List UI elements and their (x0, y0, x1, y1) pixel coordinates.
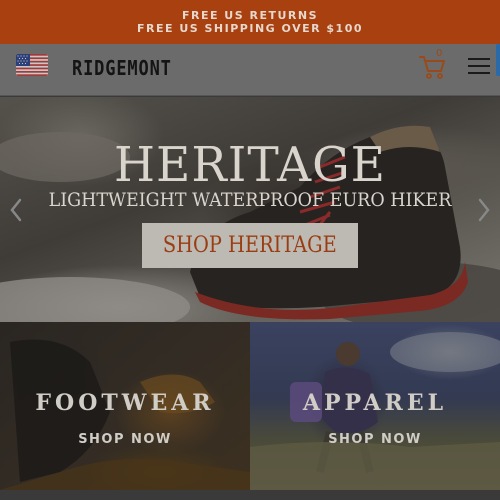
footwear-title: FOOTWEAR (35, 390, 215, 416)
apparel-title: APPAREL (302, 390, 448, 416)
apparel-category-tile[interactable]: APPAREL SHOP NOW (250, 322, 500, 490)
us-flag-icon[interactable] (16, 54, 48, 76)
apparel-shop-now-link[interactable]: SHOP NOW (250, 432, 500, 447)
cart-count-badge: 0 (436, 48, 443, 59)
hero-title: HERITAGE (114, 137, 386, 193)
promo-returns-text: FREE US RETURNS (181, 9, 319, 22)
promo-bar: FREE US RETURNS FREE US SHIPPING OVER $1… (0, 0, 500, 44)
side-tab-edge[interactable] (496, 44, 500, 76)
footer-strip (0, 490, 500, 500)
hero-subtitle: LIGHTWEIGHT WATERPROOF EURO HIKER (48, 189, 452, 211)
site-header: RIDGEMONT 0 (0, 44, 500, 96)
shop-heritage-button[interactable]: SHOP HERITAGE (142, 223, 358, 268)
promo-shipping-text: FREE US SHIPPING OVER $100 (136, 22, 364, 35)
hero-banner[interactable]: HERITAGE LIGHTWEIGHT WATERPROOF EURO HIK… (0, 97, 500, 322)
cart-icon[interactable] (416, 50, 448, 82)
shop-heritage-label: SHOP HERITAGE (163, 233, 337, 258)
footwear-shop-now-link[interactable]: SHOP NOW (0, 432, 250, 447)
chevron-right-icon[interactable] (476, 197, 492, 223)
footwear-category-tile[interactable]: FOOTWEAR SHOP NOW (0, 322, 250, 490)
hamburger-menu-icon[interactable] (468, 58, 490, 76)
brand-logo[interactable]: RIDGEMONT (72, 56, 172, 80)
chevron-left-icon[interactable] (8, 197, 24, 223)
